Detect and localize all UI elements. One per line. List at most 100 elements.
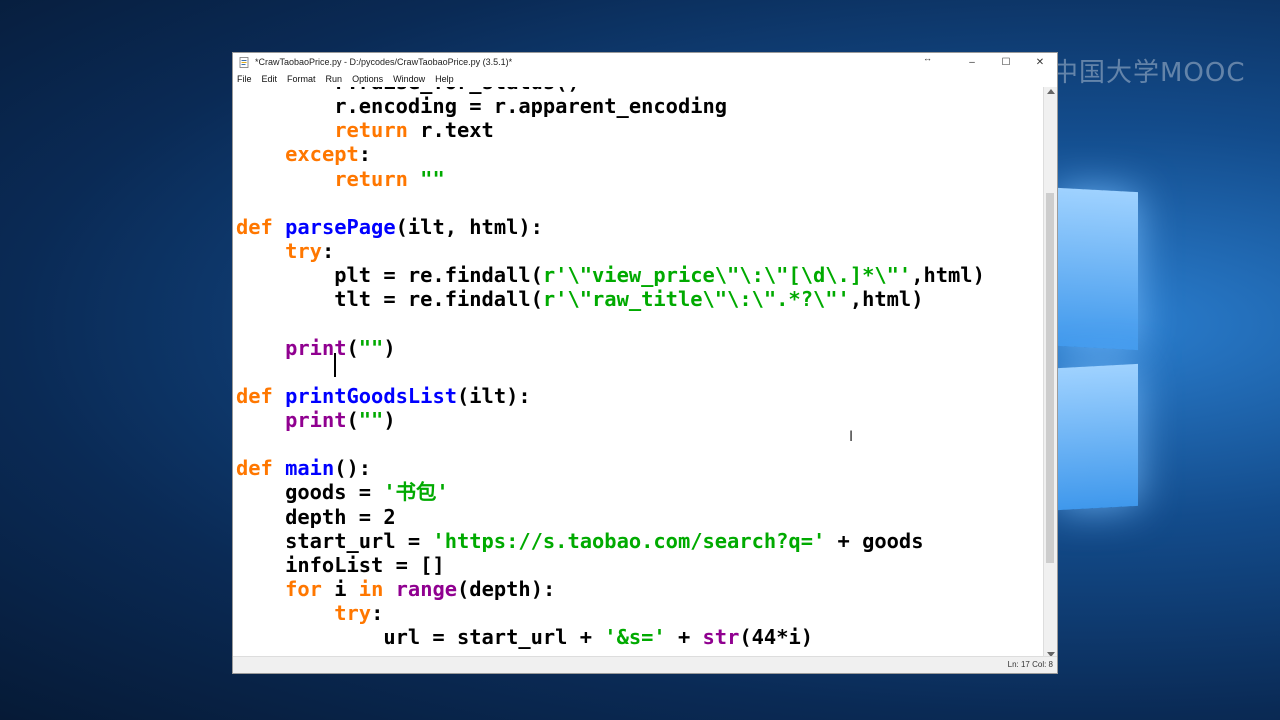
windows-logo xyxy=(1058,187,1148,520)
code-line[interactable]: r.encoding = r.apparent_encoding xyxy=(236,94,985,118)
code-line[interactable] xyxy=(236,360,985,384)
code-editor[interactable]: r.raise_for_status() r.encoding = r.appa… xyxy=(233,87,1045,659)
code-token: try xyxy=(334,601,372,626)
code-text[interactable]: r.raise_for_status() r.encoding = r.appa… xyxy=(236,87,985,649)
maximize-button[interactable]: ☐ xyxy=(989,53,1023,71)
menu-format[interactable]: Format xyxy=(287,74,316,84)
code-line[interactable]: goods = '书包' xyxy=(236,480,985,504)
code-token: printGoodsList xyxy=(285,383,457,408)
code-token: (ilt, html): xyxy=(395,214,543,239)
code-line[interactable]: try: xyxy=(236,601,985,625)
minimize-button[interactable]: – xyxy=(955,53,989,71)
code-line[interactable]: return "" xyxy=(236,167,985,191)
text-caret xyxy=(334,353,336,377)
code-line[interactable]: start_url = 'https://s.taobao.com/search… xyxy=(236,529,985,553)
code-token: '&s=' xyxy=(604,625,666,650)
code-token: in xyxy=(358,576,384,601)
code-token: ) xyxy=(383,407,396,432)
code-line[interactable]: return r.text xyxy=(236,118,985,142)
code-token: url = start_url + xyxy=(236,625,605,650)
code-line[interactable] xyxy=(236,191,985,215)
code-token: : xyxy=(321,238,335,263)
code-token: def xyxy=(236,214,273,239)
code-token: except xyxy=(285,142,359,167)
code-token: ,html) xyxy=(849,287,924,312)
python-file-icon xyxy=(239,56,249,68)
menu-file[interactable]: File xyxy=(237,74,252,84)
code-token: (ilt): xyxy=(457,383,531,408)
code-token: 'https://s.taobao.com/search?q=' xyxy=(432,528,826,553)
code-token: tlt = re.findall( xyxy=(236,287,543,312)
code-token: plt = re.findall( xyxy=(236,263,543,288)
scrollbar-thumb[interactable] xyxy=(1046,193,1054,563)
code-token: "" xyxy=(358,407,384,432)
title-bar[interactable]: *CrawTaobaoPrice.py - D:/pycodes/CrawTao… xyxy=(233,53,1057,71)
code-line[interactable]: for i in range(depth): xyxy=(236,577,985,601)
code-token: r.text xyxy=(407,118,494,143)
mooc-watermark-logo: 中国大学MOOC xyxy=(1052,58,1246,88)
code-line[interactable] xyxy=(236,432,985,456)
code-line[interactable]: infoList = [] xyxy=(236,553,985,577)
code-line[interactable] xyxy=(236,311,985,335)
code-token: ,html) xyxy=(911,263,985,288)
menu-bar: File Edit Format Run Options Window Help xyxy=(233,71,1057,87)
idle-editor-window: *CrawTaobaoPrice.py - D:/pycodes/CrawTao… xyxy=(232,52,1058,674)
code-token: + xyxy=(665,625,703,650)
code-token: def xyxy=(236,383,273,408)
code-line[interactable]: except: xyxy=(236,142,985,166)
code-line[interactable]: tlt = re.findall(r'\"raw_title\"\:\".*?\… xyxy=(236,287,985,311)
code-token: print xyxy=(285,407,347,432)
close-button[interactable]: ✕ xyxy=(1023,53,1057,71)
code-line[interactable]: try: xyxy=(236,239,985,263)
code-line[interactable]: def main(): xyxy=(236,456,985,480)
code-token: : xyxy=(358,142,372,167)
code-token: i xyxy=(321,576,359,601)
code-line[interactable]: def parsePage(ilt, html): xyxy=(236,215,985,239)
code-line[interactable]: print("") xyxy=(236,336,985,360)
code-token: r.encoding = r.apparent_encoding xyxy=(236,94,728,119)
vertical-scrollbar[interactable] xyxy=(1043,87,1057,659)
menu-help[interactable]: Help xyxy=(435,74,454,84)
scroll-up-arrow-icon[interactable] xyxy=(1047,89,1055,94)
code-token: ( xyxy=(346,407,359,432)
code-token: (depth): xyxy=(457,576,556,601)
code-token: parsePage xyxy=(285,214,396,239)
code-line[interactable]: depth = 2 xyxy=(236,505,985,529)
code-token: try xyxy=(285,238,322,263)
code-token: r.raise_for_status() xyxy=(236,87,580,94)
code-token: r'\"view_price\"\:\"[\d\.]*\"' xyxy=(542,263,912,288)
code-line[interactable]: print("") xyxy=(236,408,985,432)
code-line[interactable]: r.raise_for_status() xyxy=(236,87,985,94)
code-token: def xyxy=(236,456,273,481)
code-token: goods = xyxy=(236,480,384,505)
window-title: *CrawTaobaoPrice.py - D:/pycodes/CrawTao… xyxy=(255,57,513,67)
menu-run[interactable]: Run xyxy=(326,74,343,84)
code-line[interactable]: plt = re.findall(r'\"view_price\"\:\"[\d… xyxy=(236,263,985,287)
code-token: start_url = xyxy=(236,528,433,553)
code-token: range xyxy=(395,576,458,601)
menu-edit[interactable]: Edit xyxy=(262,74,278,84)
resize-arrows-icon: ↔ xyxy=(923,53,932,63)
status-bar: Ln: 17 Col: 8 xyxy=(233,656,1057,673)
code-token: "" xyxy=(358,335,384,360)
code-token: + goods xyxy=(825,528,924,553)
code-line[interactable]: url = start_url + '&s=' + str(44*i) xyxy=(236,625,985,649)
code-token: depth = 2 xyxy=(236,504,396,529)
menu-options[interactable]: Options xyxy=(352,74,383,84)
code-token: print xyxy=(285,335,347,360)
code-token: ( xyxy=(346,335,359,360)
code-token: : xyxy=(371,601,384,626)
code-line[interactable]: def printGoodsList(ilt): xyxy=(236,384,985,408)
menu-window[interactable]: Window xyxy=(393,74,425,84)
ibeam-cursor-icon: I xyxy=(849,429,854,445)
